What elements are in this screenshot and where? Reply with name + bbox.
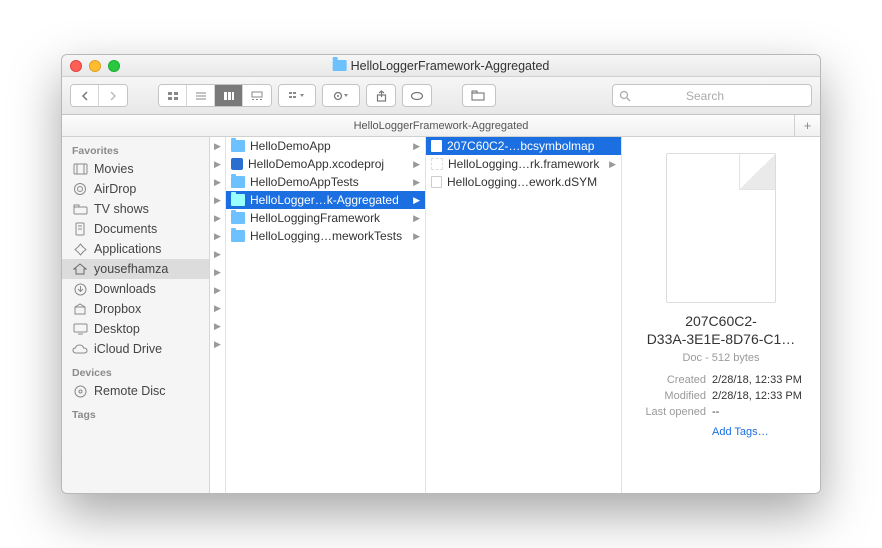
sidebar-item-remote-disc[interactable]: Remote Disc bbox=[62, 381, 209, 401]
action-button[interactable] bbox=[323, 85, 359, 106]
list-view-button[interactable] bbox=[187, 85, 215, 106]
arrange-group bbox=[278, 84, 316, 107]
airdrop-icon bbox=[72, 182, 88, 196]
action-group bbox=[322, 84, 360, 107]
download-icon bbox=[72, 282, 88, 296]
sidebar-header-favorites: Favorites bbox=[62, 141, 209, 159]
folder-icon bbox=[72, 202, 88, 216]
add-tags-button[interactable]: Add Tags… bbox=[634, 426, 808, 438]
list-item[interactable]: HelloLogging…ework.dSYM bbox=[426, 173, 621, 191]
preview-filename: 207C60C2- D33A-3E1E-8D76-C1… bbox=[647, 313, 796, 348]
sidebar-item-movies[interactable]: Movies bbox=[62, 159, 209, 179]
preview-kind-size: Doc - 512 bytes bbox=[682, 352, 759, 364]
pathbar-title[interactable]: HelloLoggerFramework-Aggregated bbox=[354, 120, 529, 132]
apps-icon bbox=[72, 242, 88, 256]
view-buttons bbox=[158, 84, 272, 107]
chevron-right-icon: ▶ bbox=[413, 195, 420, 206]
sidebar-item-airdrop[interactable]: AirDrop bbox=[62, 179, 209, 199]
titlebar[interactable]: HelloLoggerFramework-Aggregated bbox=[62, 55, 820, 77]
folder-icon bbox=[231, 212, 245, 224]
list-item[interactable]: HelloLogging…rk.framework▶ bbox=[426, 155, 621, 173]
gallery-view-button[interactable] bbox=[243, 85, 271, 106]
document-icon bbox=[72, 222, 88, 236]
forward-button[interactable] bbox=[99, 85, 127, 106]
back-button[interactable] bbox=[71, 85, 99, 106]
finder-window: HelloLoggerFramework-Aggregated Search bbox=[61, 54, 821, 494]
column-view-button[interactable] bbox=[215, 85, 243, 106]
list-item[interactable]: HelloDemoApp.xcodeproj▶ bbox=[226, 155, 425, 173]
new-folder-button[interactable] bbox=[462, 84, 496, 107]
preview-thumbnail[interactable] bbox=[666, 153, 776, 303]
minimize-icon[interactable] bbox=[89, 60, 101, 72]
icon-view-button[interactable] bbox=[159, 85, 187, 106]
sidebar: Favorites Movies AirDrop TV shows Docume… bbox=[62, 137, 210, 493]
column-view: ▶▶▶▶ ▶▶▶▶ ▶▶▶▶ HelloDemoApp▶ HelloDemoAp… bbox=[210, 137, 820, 493]
zoom-icon[interactable] bbox=[108, 60, 120, 72]
search-placeholder: Search bbox=[686, 89, 724, 103]
disc-icon bbox=[72, 384, 88, 398]
body: Favorites Movies AirDrop TV shows Docume… bbox=[62, 137, 820, 493]
search-icon bbox=[619, 90, 631, 102]
xcode-icon bbox=[231, 158, 243, 170]
chevron-right-icon: ▶ bbox=[609, 159, 616, 170]
chevron-right-icon: ▶ bbox=[413, 159, 420, 170]
home-icon bbox=[72, 262, 88, 276]
arrange-button[interactable] bbox=[279, 85, 315, 106]
nav-buttons bbox=[70, 84, 128, 107]
chevron-right-icon: ▶ bbox=[413, 177, 420, 188]
list-item[interactable]: HelloDemoApp▶ bbox=[226, 137, 425, 155]
sidebar-item-downloads[interactable]: Downloads bbox=[62, 279, 209, 299]
sidebar-item-tvshows[interactable]: TV shows bbox=[62, 199, 209, 219]
file-icon bbox=[431, 140, 442, 152]
search-field[interactable]: Search bbox=[612, 84, 812, 107]
list-item[interactable]: HelloDemoAppTests▶ bbox=[226, 173, 425, 191]
sidebar-header-tags: Tags bbox=[62, 405, 209, 423]
tags-button[interactable] bbox=[402, 84, 432, 107]
column-2[interactable]: 207C60C2-…bcsymbolmap HelloLogging…rk.fr… bbox=[426, 137, 622, 493]
chevron-right-icon: ▶ bbox=[413, 231, 420, 242]
chevron-right-icon: ▶ bbox=[413, 213, 420, 224]
cloud-icon bbox=[72, 342, 88, 356]
sidebar-header-devices: Devices bbox=[62, 363, 209, 381]
list-item[interactable]: HelloLogging…meworkTests▶ bbox=[226, 227, 425, 245]
pathbar: HelloLoggerFramework-Aggregated + bbox=[62, 115, 820, 137]
desktop-icon bbox=[72, 322, 88, 336]
sidebar-item-dropbox[interactable]: Dropbox bbox=[62, 299, 209, 319]
list-item[interactable]: 207C60C2-…bcsymbolmap bbox=[426, 137, 621, 155]
folder-icon bbox=[231, 194, 245, 206]
traffic-lights bbox=[70, 60, 120, 72]
share-button[interactable] bbox=[366, 84, 396, 107]
toolbar: Search bbox=[62, 77, 820, 115]
sidebar-item-home[interactable]: yousefhamza bbox=[62, 259, 209, 279]
file-icon bbox=[431, 176, 442, 188]
column-1[interactable]: HelloDemoApp▶ HelloDemoApp.xcodeproj▶ He… bbox=[226, 137, 426, 493]
dropbox-icon bbox=[72, 302, 88, 316]
sidebar-item-documents[interactable]: Documents bbox=[62, 219, 209, 239]
sidebar-item-icloud[interactable]: iCloud Drive bbox=[62, 339, 209, 359]
window-title-text: HelloLoggerFramework-Aggregated bbox=[351, 59, 550, 73]
chevron-right-icon: ▶ bbox=[413, 141, 420, 152]
close-icon[interactable] bbox=[70, 60, 82, 72]
folder-icon bbox=[231, 176, 245, 188]
sidebar-item-desktop[interactable]: Desktop bbox=[62, 319, 209, 339]
folder-icon bbox=[231, 140, 245, 152]
list-item[interactable]: HelloLoggingFramework▶ bbox=[226, 209, 425, 227]
sidebar-item-applications[interactable]: Applications bbox=[62, 239, 209, 259]
folder-icon bbox=[231, 230, 245, 242]
column-0: ▶▶▶▶ ▶▶▶▶ ▶▶▶▶ bbox=[210, 137, 226, 493]
preview-pane: 207C60C2- D33A-3E1E-8D76-C1… Doc - 512 b… bbox=[622, 137, 820, 493]
folder-icon bbox=[333, 60, 347, 71]
window-title: HelloLoggerFramework-Aggregated bbox=[333, 59, 550, 73]
framework-icon bbox=[431, 158, 443, 170]
new-tab-button[interactable]: + bbox=[794, 115, 820, 136]
list-item[interactable]: HelloLogger…k-Aggregated▶ bbox=[226, 191, 425, 209]
film-icon bbox=[72, 162, 88, 176]
preview-metadata: Created2/28/18, 12:33 PM Modified2/28/18… bbox=[634, 372, 808, 420]
